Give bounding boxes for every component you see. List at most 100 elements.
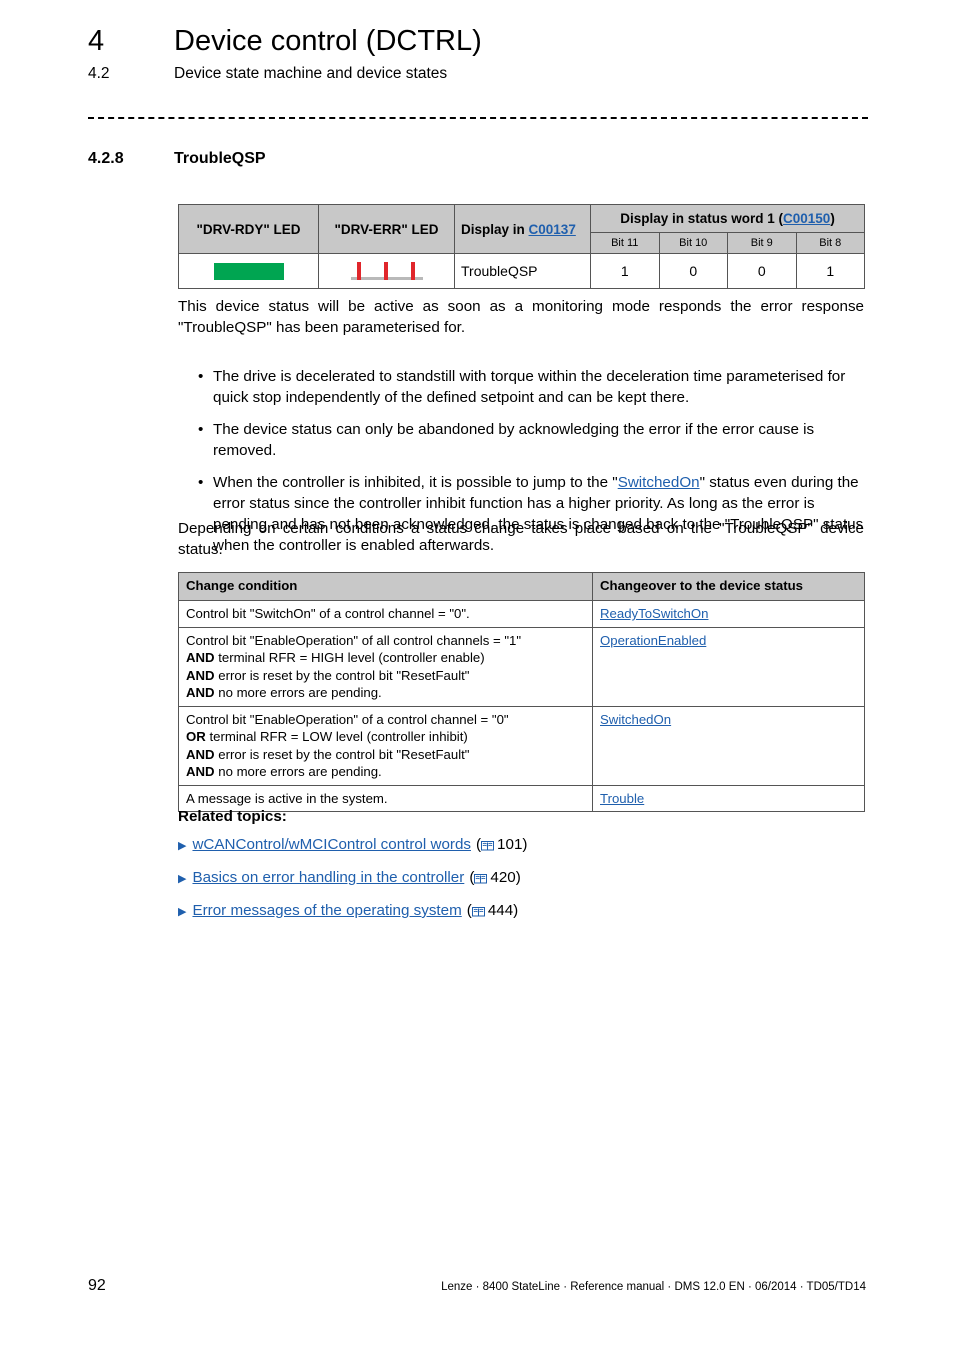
link-trouble[interactable]: Trouble xyxy=(600,791,644,806)
bit-header-10: Bit 10 xyxy=(658,232,728,254)
link-operationenabled[interactable]: OperationEnabled xyxy=(600,633,706,648)
list-item[interactable]: ▶ Basics on error handling in the contro… xyxy=(178,868,778,890)
condition-operator: OR xyxy=(186,729,206,744)
condition-line: OR terminal RFR = LOW level (controller … xyxy=(186,728,585,746)
pulse-3 xyxy=(410,262,415,280)
condition-text: Control bit "EnableOperation" of a contr… xyxy=(186,711,509,727)
cell-display-value: TroubleQSP xyxy=(454,253,591,289)
drv-rdy-led-indicator xyxy=(179,254,318,288)
condition-text: error is reset by the control bit "Reset… xyxy=(214,746,470,762)
bullet-3-part1: When the controller is inhibited, it is … xyxy=(213,474,618,491)
condition-operator: AND xyxy=(186,746,215,762)
condition-operator: AND xyxy=(186,685,215,700)
chapter-number: 4 xyxy=(88,25,105,57)
related-link-2[interactable]: Basics on error handling in the controll… xyxy=(192,868,464,888)
condition-line: AND terminal RFR = HIGH level (controlle… xyxy=(186,649,585,667)
condition-operator: AND xyxy=(186,764,215,779)
pulse-1 xyxy=(356,262,361,280)
led-table-data-row: TroubleQSP 1 0 0 1 xyxy=(178,253,866,289)
condition-text: Control bit "EnableOperation" of all con… xyxy=(186,632,522,648)
related-link-3[interactable]: Error messages of the operating system xyxy=(192,901,461,921)
condition-table-header-row: Change condition Changeover to the devic… xyxy=(178,572,865,601)
led-table-header-row: "DRV-RDY" LED "DRV-ERR" LED Display in C… xyxy=(178,204,866,254)
condition-line: AND no more errors are pending. xyxy=(186,684,585,702)
header-changeover-status: Changeover to the device status xyxy=(592,572,865,601)
chapter-title: Device control (DCTRL) xyxy=(174,25,482,57)
table-row: Control bit "EnableOperation" of a contr… xyxy=(178,705,865,786)
condition-text: no more errors are pending. xyxy=(214,764,382,779)
cell-bit-11-value: 1 xyxy=(590,253,660,289)
list-item[interactable]: ▶ wCANControl/wMCIControl control words … xyxy=(178,835,778,857)
cell-drv-err-led xyxy=(318,253,455,289)
header-display-in: Display in C00137 xyxy=(454,204,591,254)
link-c00137[interactable]: C00137 xyxy=(529,222,576,237)
bit-header-8: Bit 8 xyxy=(795,232,866,254)
link-switchedon-table[interactable]: SwitchedOn xyxy=(600,712,671,727)
cell-bit-8-value: 1 xyxy=(795,253,866,289)
header-drv-rdy: "DRV-RDY" LED xyxy=(178,204,319,254)
condition-line: AND error is reset by the control bit "R… xyxy=(186,667,585,685)
header-status-word-suffix: ) xyxy=(830,211,835,226)
condition-line: Control bit "EnableOperation" of all con… xyxy=(186,632,585,650)
triangle-right-icon: ▶ xyxy=(178,873,187,885)
condition-text: terminal RFR = HIGH level (controller en… xyxy=(214,650,485,665)
condition-text: no more errors are pending. xyxy=(214,685,382,700)
page-reference-3: (444) xyxy=(467,901,518,923)
change-condition-table: Change condition Changeover to the devic… xyxy=(178,572,865,812)
condition-line: Control bit "EnableOperation" of a contr… xyxy=(186,711,585,729)
condition-line: A message is active in the system. xyxy=(186,790,585,808)
section-heading: 4.2 Device state machine and device stat… xyxy=(88,64,878,84)
pulse-2 xyxy=(383,262,388,280)
cell-bit-9-value: 0 xyxy=(727,253,797,289)
page-number-2: 420 xyxy=(490,869,516,886)
header-drv-err: "DRV-ERR" LED xyxy=(318,204,455,254)
link-switchedon[interactable]: SwitchedOn xyxy=(618,474,700,491)
page-reference-2: (420) xyxy=(469,868,520,890)
condition-cell-1: Control bit "SwitchOn" of a control chan… xyxy=(178,600,593,628)
condition-cell-3: Control bit "EnableOperation" of a contr… xyxy=(178,705,593,786)
status-cell-2: OperationEnabled xyxy=(592,626,865,707)
condition-text: A message is active in the system. xyxy=(186,790,388,806)
condition-operator: AND xyxy=(186,650,215,665)
solid-green-led-icon xyxy=(213,262,284,280)
status-cell-1: ReadyToSwitchOn xyxy=(592,600,865,628)
condition-operator: AND xyxy=(186,667,215,683)
condition-line: AND no more errors are pending. xyxy=(186,763,585,781)
blinking-red-led-icon xyxy=(350,260,423,282)
page-number-1: 101 xyxy=(497,836,523,853)
drv-err-led-indicator xyxy=(319,254,454,288)
bit-header-9: Bit 9 xyxy=(727,232,797,254)
link-readytoswitchon[interactable]: ReadyToSwitchOn xyxy=(600,606,708,621)
list-item[interactable]: ▶ Error messages of the operating system… xyxy=(178,901,778,923)
book-icon xyxy=(481,837,495,857)
section-title: Device state machine and device states xyxy=(174,65,448,82)
bullet-item-1: The drive is decelerated to standstill w… xyxy=(196,366,864,408)
cell-bit-10-value: 0 xyxy=(658,253,728,289)
bit-header-11: Bit 11 xyxy=(590,232,660,254)
page-reference-1: (101) xyxy=(476,835,527,857)
subsection-heading: 4.2.8 TroubleQSP xyxy=(88,150,266,168)
link-c00150[interactable]: C00150 xyxy=(783,211,830,226)
subsection-number: 4.2.8 xyxy=(88,150,124,167)
triangle-right-icon: ▶ xyxy=(178,906,187,918)
page-number-3: 444 xyxy=(487,902,514,919)
subsection-title: TroubleQSP xyxy=(174,150,266,167)
related-topics-title: Related topics: xyxy=(178,808,287,825)
related-topics-section: Related topics: ▶ wCANControl/wMCIContro… xyxy=(178,808,778,934)
document-page: 4 Device control (DCTRL) 4.2 Device stat… xyxy=(0,0,954,1350)
status-cell-3: SwitchedOn xyxy=(592,705,865,786)
bullet-item-2: The device status can only be abandoned … xyxy=(196,419,864,461)
header-change-condition: Change condition xyxy=(178,572,593,601)
condition-cell-2: Control bit "EnableOperation" of all con… xyxy=(178,626,593,707)
condition-text: error is reset by the control bit "Reset… xyxy=(214,667,470,683)
header-divider xyxy=(88,117,868,119)
triangle-right-icon: ▶ xyxy=(178,840,187,852)
condition-text: Control bit "SwitchOn" of a control chan… xyxy=(186,606,470,621)
condition-line: Control bit "SwitchOn" of a control chan… xyxy=(186,605,585,623)
section-number: 4.2 xyxy=(88,65,110,82)
table-row: Control bit "EnableOperation" of all con… xyxy=(178,626,865,707)
table-row: Control bit "SwitchOn" of a control chan… xyxy=(178,600,865,628)
related-link-1[interactable]: wCANControl/wMCIControl control words xyxy=(192,835,471,855)
footer-page-number: 92 xyxy=(88,1277,106,1294)
header-display-in-text: Display in xyxy=(461,221,529,237)
